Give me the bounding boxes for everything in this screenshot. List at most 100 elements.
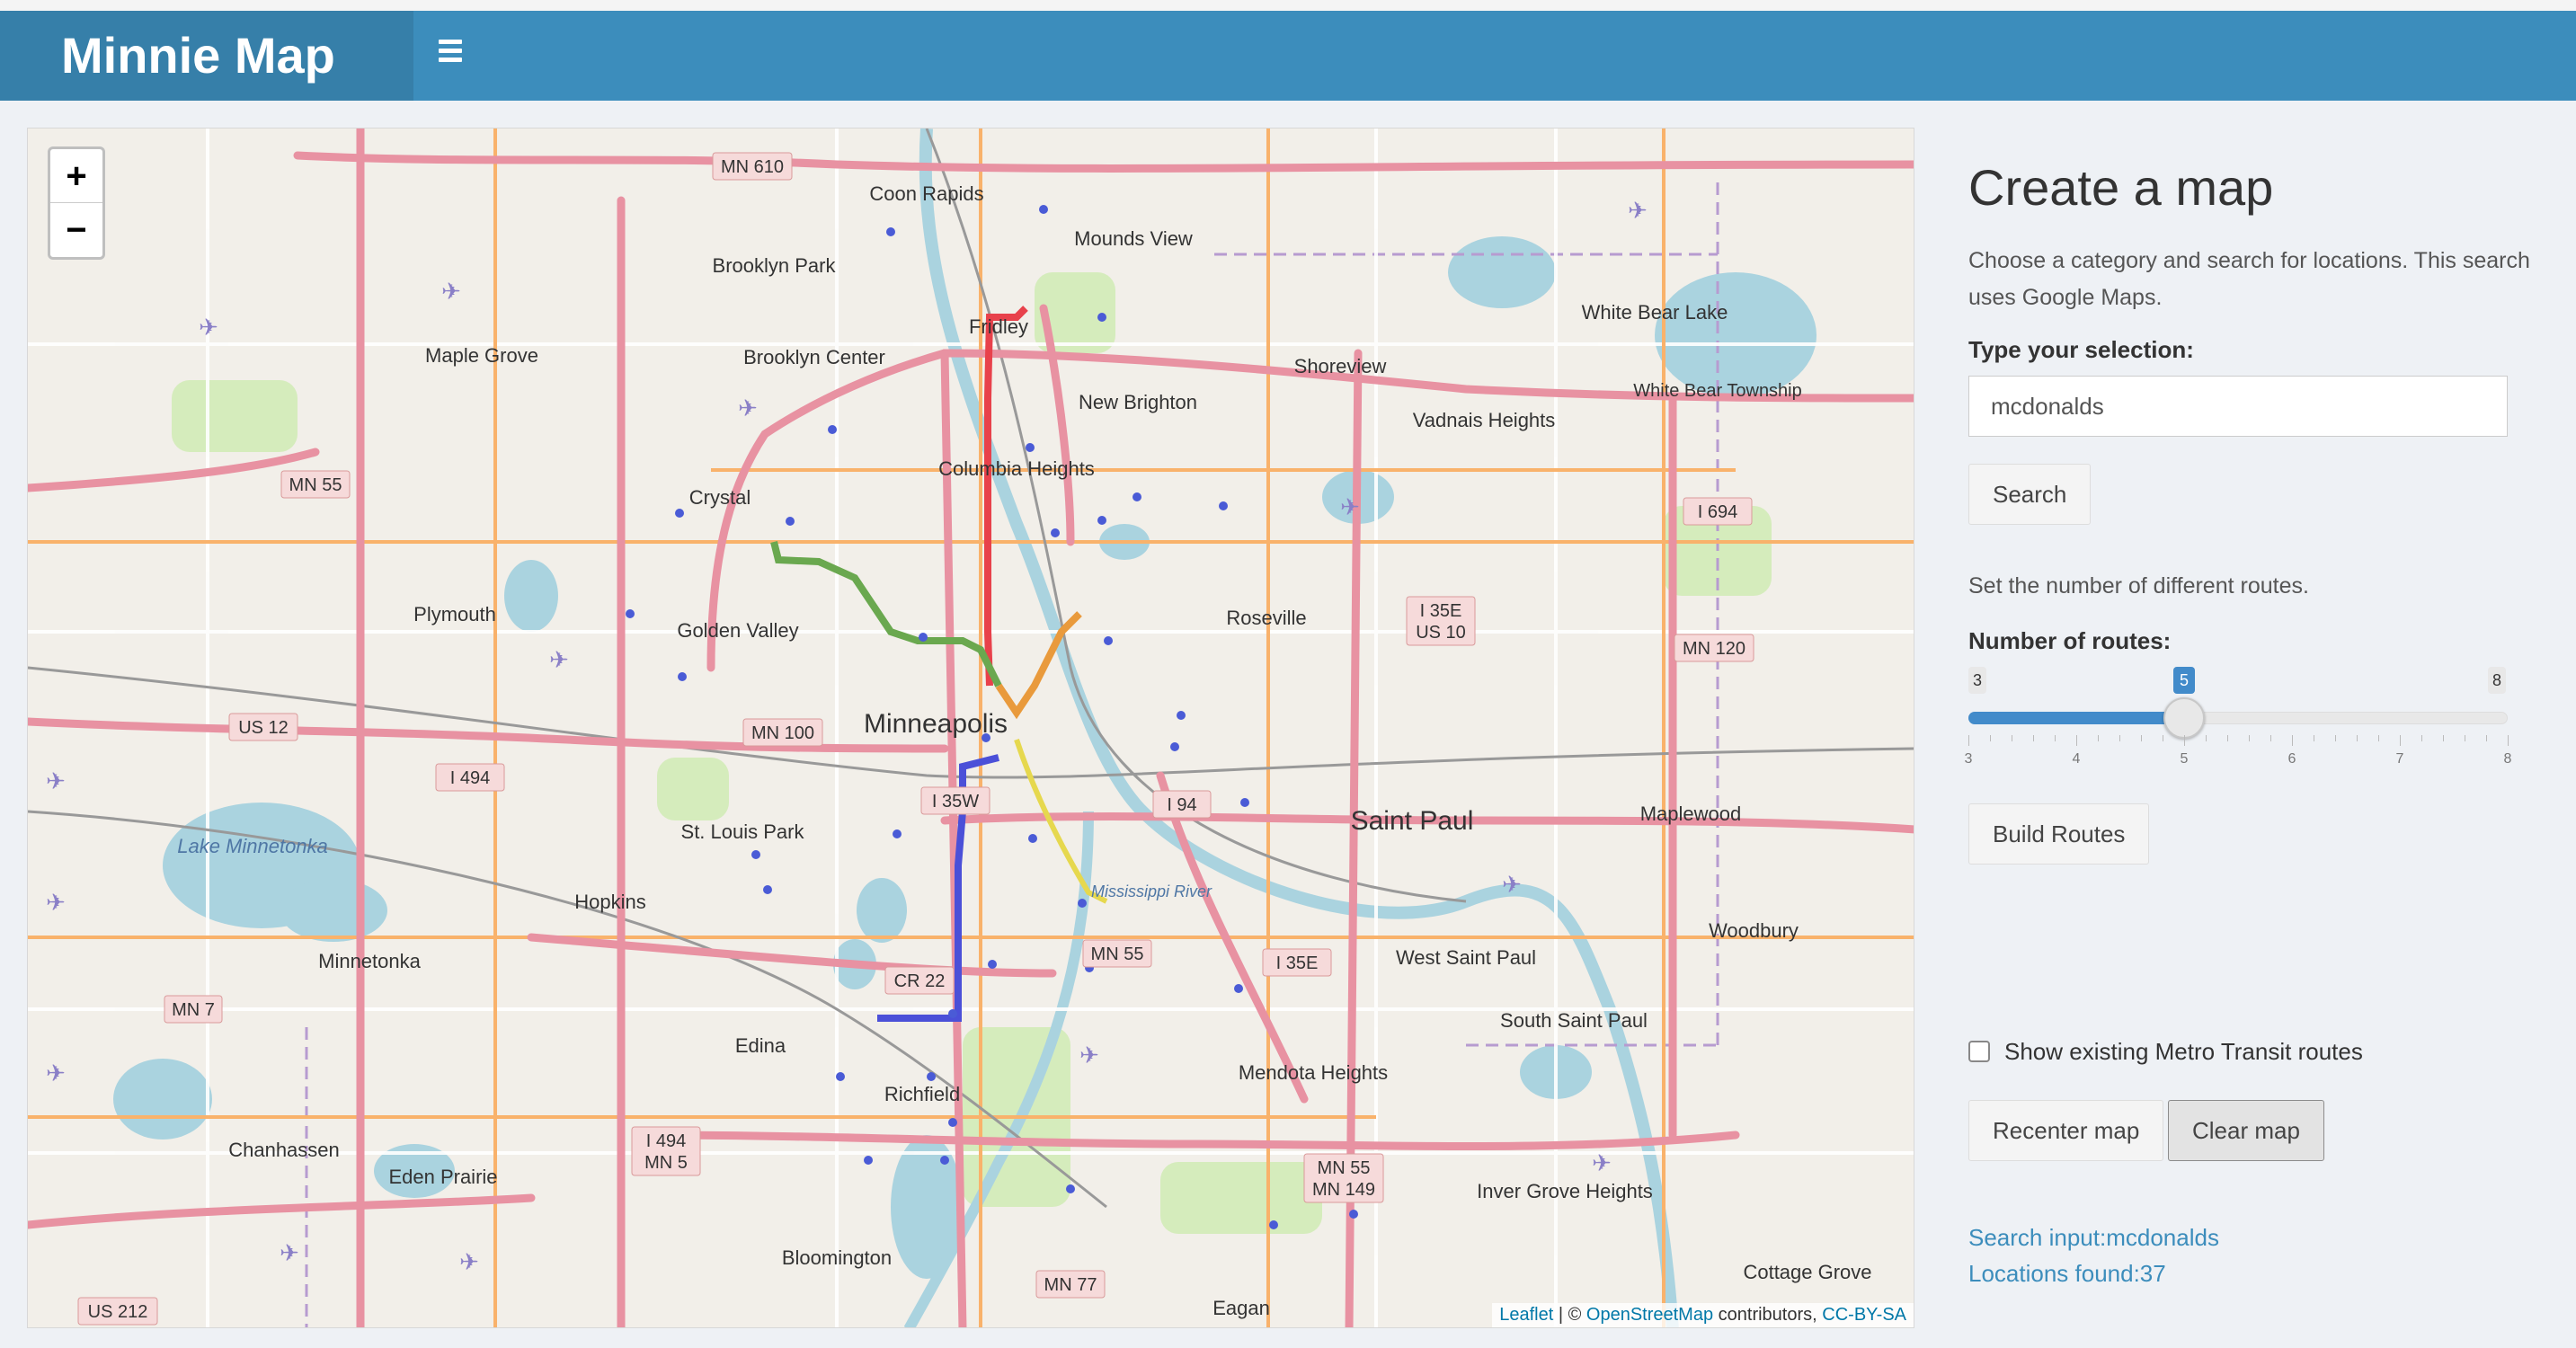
leaflet-link[interactable]: Leaflet <box>1499 1305 1553 1325</box>
license-link[interactable]: CC-BY-SA <box>1822 1305 1906 1325</box>
airport-icon: ✈ <box>46 889 66 916</box>
location-marker[interactable] <box>751 850 760 859</box>
zoom-control: + − <box>48 146 105 260</box>
map-label: Mendota Heights <box>1239 1061 1388 1084</box>
location-marker[interactable] <box>1177 711 1186 720</box>
location-marker[interactable] <box>919 633 928 642</box>
map-label: Inver Grove Heights <box>1477 1180 1653 1202</box>
location-marker[interactable] <box>763 885 772 894</box>
airport-icon: ✈ <box>1628 197 1648 224</box>
map-label: Richfield <box>884 1083 960 1105</box>
slider-value-label: 5 <box>2173 667 2195 694</box>
map-label: South Saint Paul <box>1500 1009 1648 1032</box>
airport-icon: ✈ <box>1340 493 1360 520</box>
slider-tick <box>1968 735 1969 746</box>
app-header: Minnie Map <box>0 11 2576 101</box>
clear-map-button[interactable]: Clear map <box>2168 1100 2324 1161</box>
location-marker[interactable] <box>836 1072 845 1081</box>
highway-shield-label: I 494 <box>450 768 490 788</box>
highway-shield-label: US 12 <box>238 718 289 738</box>
map-label: Maplewood <box>1640 803 1742 825</box>
map-label: St. Louis Park <box>681 820 805 843</box>
airport-icon: ✈ <box>441 278 461 305</box>
slider-tick <box>2227 735 2228 741</box>
slider-tick-label: 5 <box>2180 751 2189 767</box>
zoom-out-button[interactable]: − <box>50 203 102 257</box>
highway-shield-label: MN 55 <box>289 475 342 495</box>
location-marker[interactable] <box>948 1009 957 1018</box>
slider-tick <box>1990 735 1991 741</box>
osm-link[interactable]: OpenStreetMap <box>1586 1305 1713 1325</box>
locations-found-output: Locations found:37 <box>1968 1260 2166 1287</box>
slider-tick <box>2033 735 2034 741</box>
map-label: Plymouth <box>413 603 496 625</box>
map-label: Bloomington <box>782 1246 892 1269</box>
metro-transit-checkbox[interactable] <box>1968 1041 1990 1062</box>
airport-icon: ✈ <box>1079 1042 1099 1069</box>
location-marker[interactable] <box>1066 1184 1075 1193</box>
location-marker[interactable] <box>893 829 902 838</box>
location-marker[interactable] <box>828 425 837 434</box>
slider-tick <box>2292 735 2293 746</box>
routes-hint: Set the number of different routes. <box>1968 573 2309 599</box>
location-marker[interactable] <box>626 609 635 618</box>
control-panel: Create a map Choose a category and searc… <box>1965 128 2562 1328</box>
map-label: Lake Minnetonka <box>177 835 328 857</box>
location-marker[interactable] <box>948 1118 957 1127</box>
slider-tick <box>2119 735 2120 741</box>
map-label: Fridley <box>969 315 1028 338</box>
slider-tick <box>2508 735 2509 746</box>
zoom-in-button[interactable]: + <box>50 149 102 203</box>
location-marker[interactable] <box>1078 899 1087 908</box>
slider-tick <box>2357 735 2358 741</box>
map-tiles[interactable]: ✈ ✈ ✈ ✈ ✈ ✈ ✈ ✈ ✈ ✈ ✈ ✈ ✈ ✈ Minneapolis … <box>28 129 1914 1328</box>
search-button[interactable]: Search <box>1968 464 2092 525</box>
slider-tick <box>2486 735 2487 741</box>
map-label: Mounds View <box>1074 227 1193 250</box>
location-marker[interactable] <box>927 1072 936 1081</box>
location-marker[interactable] <box>1133 492 1141 501</box>
location-marker[interactable] <box>864 1156 873 1165</box>
highway-shield-label: I 35E <box>1420 601 1462 621</box>
slider-handle[interactable] <box>2163 697 2205 739</box>
location-marker[interactable] <box>1234 984 1243 993</box>
map-canvas[interactable]: ✈ ✈ ✈ ✈ ✈ ✈ ✈ ✈ ✈ ✈ ✈ ✈ ✈ ✈ Minneapolis … <box>27 128 1914 1328</box>
location-marker[interactable] <box>1097 516 1106 525</box>
map-label: White Bear Township <box>1633 381 1802 401</box>
lake <box>280 879 387 942</box>
selection-input[interactable]: mcdonalds <box>1968 376 2508 437</box>
location-marker[interactable] <box>1104 636 1113 645</box>
location-marker[interactable] <box>988 960 997 969</box>
hamburger-icon <box>439 40 462 44</box>
location-marker[interactable] <box>675 509 684 518</box>
location-marker[interactable] <box>1028 834 1037 843</box>
slider-tick <box>2443 735 2444 741</box>
location-marker[interactable] <box>1051 528 1060 537</box>
build-routes-button[interactable]: Build Routes <box>1968 803 2150 865</box>
slider-tick <box>2055 735 2056 741</box>
location-marker[interactable] <box>1170 742 1179 751</box>
location-marker[interactable] <box>1219 501 1228 510</box>
location-marker[interactable] <box>1269 1220 1278 1229</box>
highway-shield-label: I 94 <box>1167 795 1196 815</box>
location-marker[interactable] <box>940 1156 949 1165</box>
map-label: Brooklyn Center <box>743 346 885 368</box>
location-marker[interactable] <box>786 517 795 526</box>
metro-transit-label[interactable]: Show existing Metro Transit routes <box>2004 1035 2363 1068</box>
slider-tick <box>2335 735 2336 741</box>
airport-icon: ✈ <box>1502 871 1522 898</box>
location-marker[interactable] <box>886 227 895 236</box>
recenter-map-button[interactable]: Recenter map <box>1968 1100 2164 1161</box>
map-label: Roseville <box>1226 607 1306 629</box>
slider-fill <box>1968 712 2184 724</box>
location-marker[interactable] <box>1349 1210 1358 1219</box>
routes-slider[interactable]: 3 8 5 3 4 5 6 7 8 <box>1965 667 2511 767</box>
location-marker[interactable] <box>1240 798 1249 807</box>
location-marker[interactable] <box>1097 313 1106 322</box>
map-label: Coon Rapids <box>869 182 983 205</box>
app-brand[interactable]: Minnie Map <box>0 11 413 101</box>
location-marker[interactable] <box>678 672 687 681</box>
sidebar-toggle-button[interactable] <box>433 40 469 72</box>
location-marker[interactable] <box>1039 205 1048 214</box>
location-marker[interactable] <box>1026 443 1035 452</box>
